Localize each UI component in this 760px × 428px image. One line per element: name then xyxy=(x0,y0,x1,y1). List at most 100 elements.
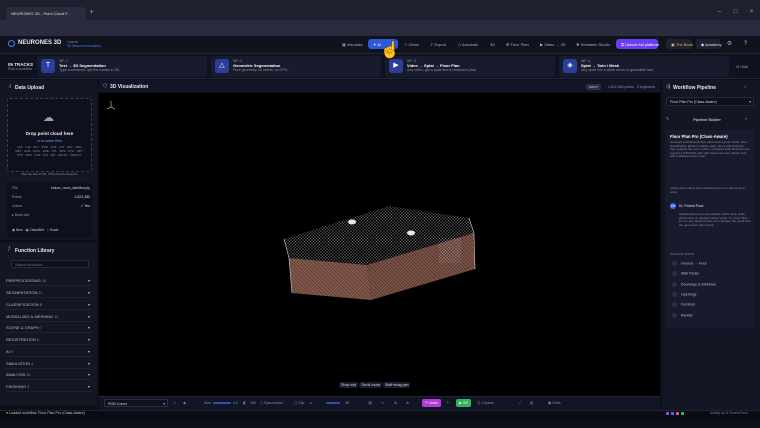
help-icon[interactable]: ? xyxy=(742,41,749,48)
pipeline-step[interactable]: Doorways & Windows xyxy=(672,282,716,287)
nav-3d[interactable]: 3D xyxy=(490,42,495,47)
section-finishing[interactable]: FINISHING 5 ▾ xyxy=(6,381,92,392)
split-icon[interactable]: ▥ xyxy=(530,401,533,405)
workflow-select[interactable]: Floor Plan Pro (Class-Aware) ▾ xyxy=(666,97,754,106)
workflow-card-1[interactable]: T WF–1 Text → 3D Segmentation Type a sen… xyxy=(37,56,207,77)
chevron-down-icon[interactable]: ▾ xyxy=(745,117,747,121)
workflow-card-3[interactable]: ▶ WF–3 Video → Splat → Floor Plan Any vi… xyxy=(385,56,555,77)
option-scale[interactable]: ○ Scale xyxy=(47,228,58,232)
hint-pan[interactable]: Shift+drag pan xyxy=(382,382,411,388)
academy-button[interactable]: ◆ Academy xyxy=(696,39,722,49)
close-panel-icon[interactable]: × xyxy=(744,85,746,89)
go-button[interactable]: ▶ GO xyxy=(456,399,472,407)
section-segmentation[interactable]: SEGMENTATION 11 ▾ xyxy=(6,287,92,298)
upgrade-label: Unlock full platform xyxy=(625,41,660,47)
pipeline-step[interactable]: Openings xyxy=(672,292,696,297)
section-registration[interactable]: REGISTRATION 6 ▾ xyxy=(6,334,92,345)
size-slider[interactable] xyxy=(213,402,231,404)
section-simulation[interactable]: SIMULATION 4 ▾ xyxy=(6,358,92,369)
link-icon[interactable]: ⛓ xyxy=(368,401,372,405)
clip-slider[interactable] xyxy=(326,402,340,404)
points-row: Points 1,822,480 xyxy=(12,195,90,199)
nav-annotate[interactable]: ◇ Annotate xyxy=(458,42,478,47)
section-modelling[interactable]: MODELLING & MESHING 12 ▾ xyxy=(6,311,92,322)
function-library-title: Function Library xyxy=(15,248,55,254)
viewport-hints: Shop mid Scroll zoom Shift+drag pan xyxy=(339,382,411,388)
browser-tab[interactable]: NEURONES 3D - Point Cloud F... xyxy=(6,7,86,20)
rotate-icon[interactable]: ↻ xyxy=(381,401,384,405)
pipeline-step[interactable]: Furniture xyxy=(672,302,695,307)
step-dot-icon xyxy=(672,302,677,307)
fullscreen-icon[interactable]: ⤢ xyxy=(518,401,521,405)
nav-export[interactable]: ⇪ Export xyxy=(430,42,446,47)
hide-workflows-button[interactable]: ⊘ Hide xyxy=(736,64,748,69)
redo-icon[interactable]: ↷ xyxy=(446,401,449,405)
section-classification[interactable]: CLASSIFICATION 8 ▾ xyxy=(6,299,92,310)
chevron-down-icon: ▾ xyxy=(87,372,90,377)
wrench-icon: ✎ xyxy=(666,116,670,121)
supported-formats: LAS · LAZ · PLY · PCD · XYZ · TXT · E57 … xyxy=(15,145,85,157)
status-right-text: Activity by Dr Florent Poux xyxy=(710,411,748,415)
pipeline-step[interactable]: Render xyxy=(672,313,693,318)
mesh-icon: ◈ xyxy=(563,59,577,73)
upgrade-button[interactable]: ⚿ Unlock full platform xyxy=(616,39,660,49)
swatch-icon xyxy=(666,412,669,415)
hand-cursor-icon: ☝ xyxy=(380,42,400,59)
step-dot-icon xyxy=(672,261,677,266)
nav-semantic-studio[interactable]: ❖ Semantic Studio xyxy=(576,42,610,47)
section-name: FINISHING xyxy=(6,384,27,389)
viewport-header xyxy=(99,80,660,92)
capture-button[interactable]: ◫ Capture xyxy=(477,401,494,405)
section-name: MODELLING & MESHING xyxy=(6,314,54,319)
nav-video-3d[interactable]: ▶ Video → 3D xyxy=(540,42,566,47)
minimize-icon[interactable]: – xyxy=(716,9,723,16)
palette-icon[interactable]: ◐ xyxy=(174,401,176,405)
eye-icon[interactable]: ◉ xyxy=(183,401,186,405)
option-new[interactable]: ◉ New xyxy=(12,228,23,232)
nav-label: Visualize xyxy=(346,42,363,47)
file-value: indoor_room_labelled.ply xyxy=(50,186,90,190)
text-icon: T xyxy=(41,59,55,73)
more-info-toggle[interactable]: ▸ More info xyxy=(12,213,90,217)
measure-icon[interactable]: ⊿ xyxy=(309,401,312,405)
option-classified[interactable]: ◉ Classified xyxy=(26,228,45,232)
points-label: Points xyxy=(12,195,22,199)
eyecontrast-toggle[interactable]: ▢ Eyecontrast xyxy=(260,401,283,405)
author-text: Classification gives the pipeline 100% c… xyxy=(679,213,751,227)
workflow-card-4[interactable]: ◈ WF–4 Splat → Twin / Mesh Any splat int… xyxy=(559,56,729,77)
book-button[interactable]: ▣ The Book xyxy=(666,39,693,49)
browse-files-link[interactable]: browse files xyxy=(41,138,62,143)
function-search-input[interactable]: Search functions... xyxy=(11,260,89,268)
workflow-card-2[interactable]: △ WF–2 Geometric Segmentation Pure geome… xyxy=(211,56,381,77)
maximize-icon[interactable]: □ xyxy=(732,9,739,16)
section-count: 4 xyxy=(31,362,34,366)
section-analysis[interactable]: ANALYSIS 10 ▾ xyxy=(6,369,92,380)
settings-icon[interactable]: ⚙ xyxy=(726,41,733,48)
target-icon[interactable]: ⊕ xyxy=(406,401,409,405)
undo-button[interactable]: ↶ Undo xyxy=(422,399,441,407)
nav-clean[interactable]: ✧ Clean xyxy=(404,42,419,47)
3d-canvas[interactable] xyxy=(99,93,660,396)
pipeline-step[interactable]: Wall Finder xyxy=(672,271,699,276)
section-name: ANALYSIS xyxy=(6,372,26,377)
hint-scroll-zoom[interactable]: Scroll zoom xyxy=(359,382,382,388)
section-scene-graph[interactable]: SCENE & GRAPH 7 ▾ xyxy=(6,322,92,333)
upload-options: ◉ New ◉ Classified ○ Scale xyxy=(12,228,58,232)
close-window-icon[interactable]: × xyxy=(748,9,755,16)
color-mode-select[interactable]: RGB Colors ▾ xyxy=(104,399,168,407)
axis-gizmo[interactable] xyxy=(106,100,116,110)
hint-shop-mid[interactable]: Shop mid xyxy=(339,382,359,388)
settings-icon[interactable]: ⚙ xyxy=(394,401,397,405)
new-tab-button[interactable]: + xyxy=(88,9,95,16)
grid-toggle[interactable]: ▦ Grids xyxy=(548,401,561,405)
section-preprocessing[interactable]: PREPROCESSING 15 ▾ xyxy=(6,275,92,286)
section-name: PREPROCESSING xyxy=(6,278,41,283)
pipeline-step[interactable]: Ground → Floor xyxy=(672,261,707,266)
nav-floor-plan[interactable]: ⊞ Floor Plan xyxy=(506,42,529,47)
point-cloud-render xyxy=(283,206,476,300)
clip-toggle[interactable]: ▢ Clip xyxy=(294,401,304,405)
chevron-down-icon: ▾ xyxy=(87,325,90,330)
tab-title: NEURONES 3D - Point Cloud F... xyxy=(11,11,71,16)
nav-visualize[interactable]: ▦ Visualize xyxy=(342,42,363,47)
section-ai[interactable]: AI 9 ▾ xyxy=(6,346,92,357)
